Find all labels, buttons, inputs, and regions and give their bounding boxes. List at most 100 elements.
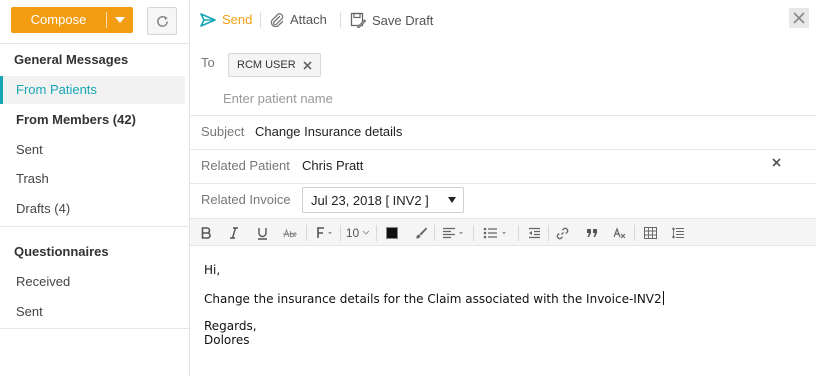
send-button[interactable]: Send	[200, 12, 252, 27]
sidebar-item-from-patients[interactable]: From Patients	[0, 76, 185, 104]
body-line-message-text: Change the insurance details for the Cla…	[204, 292, 662, 306]
refresh-button[interactable]	[147, 7, 177, 35]
align-dropdown[interactable]	[440, 223, 468, 243]
text-cursor	[662, 291, 664, 305]
toolbar-separator	[340, 225, 341, 241]
toolbar-separator	[634, 225, 635, 241]
clear-formatting-button[interactable]	[612, 223, 628, 243]
toolbar-separator	[518, 225, 519, 241]
sidebar-item-received[interactable]: Received	[0, 268, 185, 296]
toolbar-separator	[376, 225, 377, 241]
body-line-signature: Dolores	[204, 333, 250, 347]
compose-dropdown-button[interactable]	[107, 7, 133, 33]
toolbar-separator	[548, 225, 549, 241]
patient-name-input[interactable]: Enter patient name	[223, 91, 333, 106]
toolbar-separator	[473, 225, 474, 241]
send-icon	[200, 12, 216, 27]
underline-button[interactable]	[254, 223, 270, 243]
message-toolbar: Send Attach Save Draft	[190, 0, 816, 40]
remove-recipient-button[interactable]	[303, 60, 312, 70]
insert-link-button[interactable]	[554, 223, 570, 243]
close-icon	[793, 12, 805, 24]
related-invoice-value: Jul 23, 2018 [ INV2 ]	[311, 192, 429, 208]
sidebar-divider	[0, 226, 189, 227]
sidebar-item-sent[interactable]: Sent	[0, 136, 185, 164]
compose-panel: Send Attach Save Draft To RCM USER Enter…	[190, 0, 816, 376]
clear-related-patient-button[interactable]	[772, 158, 781, 167]
related-invoice-label: Related Invoice	[201, 192, 291, 207]
blockquote-button[interactable]	[584, 223, 600, 243]
subject-field[interactable]: Change Insurance details	[255, 124, 402, 139]
body-line-greeting: Hi,	[204, 263, 221, 277]
recipient-chip: RCM USER	[228, 53, 321, 77]
row-divider	[190, 183, 816, 184]
text-color-icon	[386, 227, 398, 239]
bold-icon	[201, 227, 211, 239]
strikethrough-icon	[283, 228, 297, 238]
clear-formatting-icon	[613, 226, 626, 238]
table-icon	[643, 227, 657, 239]
save-draft-icon	[350, 12, 366, 28]
recipient-chip-label: RCM USER	[237, 59, 296, 71]
save-draft-button[interactable]: Save Draft	[350, 12, 433, 28]
highlight-button[interactable]	[413, 223, 429, 243]
strikethrough-button[interactable]	[282, 223, 298, 243]
line-height-button[interactable]	[670, 223, 686, 243]
related-patient-label: Related Patient	[201, 158, 290, 173]
sidebar-item-from-members[interactable]: From Members (42)	[0, 106, 185, 134]
row-divider	[190, 115, 816, 116]
subject-label: Subject	[201, 124, 245, 139]
chevron-down-icon	[448, 197, 456, 203]
attach-button[interactable]: Attach	[270, 12, 327, 27]
toolbar-separator	[340, 12, 341, 28]
sidebar-item-trash[interactable]: Trash	[0, 165, 185, 193]
font-family-dropdown[interactable]	[314, 223, 336, 243]
save-draft-label: Save Draft	[372, 12, 434, 28]
italic-icon	[230, 227, 238, 239]
line-height-icon	[671, 227, 684, 239]
attach-label: Attach	[290, 12, 327, 27]
refresh-icon	[156, 15, 168, 27]
sidebar-divider	[0, 43, 189, 44]
to-label: To	[201, 55, 215, 70]
toolbar-separator	[306, 225, 307, 241]
outdent-icon	[528, 227, 540, 239]
underline-icon	[257, 227, 267, 240]
brush-icon	[416, 227, 428, 239]
close-icon	[303, 60, 312, 70]
toolbar-separator	[434, 225, 435, 241]
font-size-dropdown[interactable]: 10	[345, 223, 371, 243]
font-size-value: 10	[345, 226, 360, 240]
message-body-editor[interactable]: Hi, Change the insurance details for the…	[190, 247, 816, 376]
align-left-icon	[443, 227, 463, 239]
compose-button[interactable]: Compose	[11, 7, 106, 33]
questionnaires-heading: Questionnaires	[14, 244, 109, 259]
chevron-down-icon	[115, 17, 125, 23]
sidebar-item-questionnaire-sent[interactable]: Sent	[0, 298, 185, 326]
close-button[interactable]	[789, 8, 809, 28]
chevron-down-icon	[362, 230, 370, 235]
font-icon	[317, 227, 332, 238]
related-patient-field[interactable]: Chris Pratt	[302, 158, 363, 173]
close-icon	[772, 158, 781, 167]
insert-table-button[interactable]	[642, 223, 658, 243]
link-icon	[556, 227, 568, 239]
body-line-message: Change the insurance details for the Cla…	[204, 291, 664, 306]
outdent-button[interactable]	[526, 223, 542, 243]
body-line-closing: Regards,	[204, 319, 257, 333]
editor-toolbar: 10	[190, 218, 816, 246]
text-color-button[interactable]	[384, 223, 400, 243]
sidebar: Compose General Messages From Patients F…	[0, 0, 190, 376]
sidebar-item-drafts[interactable]: Drafts (4)	[0, 195, 185, 223]
italic-button[interactable]	[226, 223, 242, 243]
bold-button[interactable]	[198, 223, 214, 243]
bulleted-list-icon	[483, 227, 506, 239]
general-messages-heading: General Messages	[14, 52, 129, 67]
paperclip-icon	[270, 12, 284, 27]
toolbar-separator	[260, 12, 261, 28]
compose-split-button: Compose	[11, 7, 133, 33]
sidebar-divider	[0, 328, 189, 329]
list-dropdown[interactable]	[482, 223, 512, 243]
quote-icon	[587, 229, 597, 237]
related-invoice-select[interactable]: Jul 23, 2018 [ INV2 ]	[302, 187, 464, 213]
